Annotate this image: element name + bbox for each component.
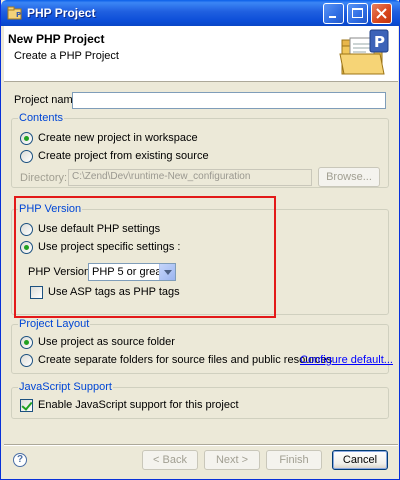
radio-existing-source-label[interactable]: Create project from existing source — [38, 150, 209, 162]
help-icon[interactable]: ? — [13, 453, 27, 467]
radio-separate-folders[interactable] — [20, 354, 33, 367]
close-icon — [376, 8, 387, 19]
dialog-window: P PHP Project New PHP Project Create a P… — [0, 0, 400, 480]
page-description: Create a PHP Project — [14, 50, 119, 62]
highlight-box — [14, 196, 276, 318]
enable-javascript-checkbox-label[interactable]: Enable JavaScript support for this proje… — [38, 399, 239, 411]
minimize-button[interactable] — [323, 3, 344, 24]
project-name-input[interactable] — [72, 92, 386, 109]
back-button[interactable]: < Back — [142, 450, 198, 470]
folder-php-wizard-image: P — [339, 29, 389, 75]
window-title: PHP Project — [27, 6, 96, 20]
directory-input[interactable]: C:\Zend\Dev\runtime-New_configuration — [68, 169, 312, 186]
directory-label: Directory: — [20, 172, 68, 184]
contents-group: Contents Create new project in workspace… — [11, 112, 389, 188]
radio-existing-source[interactable] — [20, 150, 33, 163]
enable-javascript-checkbox[interactable] — [20, 399, 33, 412]
next-button[interactable]: Next > — [204, 450, 260, 470]
configure-default-link[interactable]: Configure default... — [300, 354, 393, 366]
project-layout-group-title: Project Layout — [18, 318, 91, 330]
dialog-body: New PHP Project Create a PHP Project P P… — [4, 26, 398, 477]
project-layout-group: Project Layout Use project as source fol… — [11, 318, 393, 374]
javascript-support-group-title: JavaScript Support — [18, 381, 113, 393]
php-project-icon: P — [7, 6, 22, 20]
wizard-banner: New PHP Project Create a PHP Project P — [4, 26, 398, 82]
radio-project-as-source[interactable] — [20, 336, 33, 349]
title-bar[interactable]: P PHP Project — [1, 0, 400, 26]
minimize-icon — [329, 16, 336, 18]
cancel-button[interactable]: Cancel — [332, 450, 388, 470]
svg-text:P: P — [374, 33, 385, 51]
svg-text:P: P — [16, 11, 21, 19]
radio-create-new-project-label[interactable]: Create new project in workspace — [38, 132, 198, 144]
radio-project-as-source-label[interactable]: Use project as source folder — [38, 336, 175, 348]
maximize-icon — [352, 8, 363, 18]
finish-button[interactable]: Finish — [266, 450, 322, 470]
footer-separator — [4, 444, 398, 446]
maximize-button[interactable] — [347, 3, 368, 24]
browse-button[interactable]: Browse... — [318, 167, 380, 187]
contents-group-title: Contents — [18, 112, 65, 124]
close-button[interactable] — [371, 3, 392, 24]
radio-separate-folders-label[interactable]: Create separate folders for source files… — [38, 354, 332, 366]
radio-create-new-project[interactable] — [20, 132, 33, 145]
directory-value: C:\Zend\Dev\runtime-New_configuration — [72, 171, 251, 182]
javascript-support-group: JavaScript Support Enable JavaScript sup… — [11, 381, 389, 419]
page-title: New PHP Project — [8, 32, 105, 46]
